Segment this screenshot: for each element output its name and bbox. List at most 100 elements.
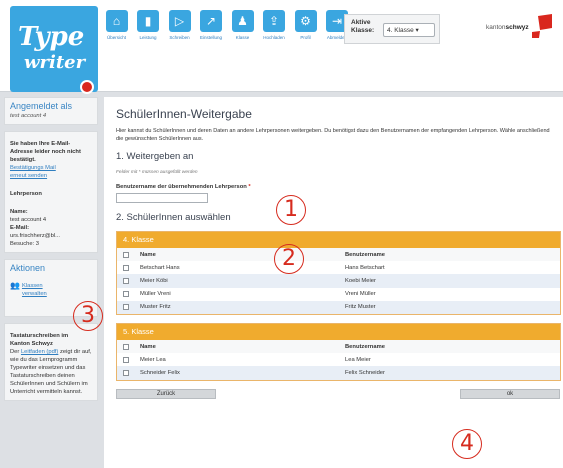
- guide-pdf-link[interactable]: Leitfaden (pdf): [21, 349, 58, 355]
- active-class-label-line2: Klasse:: [351, 27, 375, 34]
- student-checkbox[interactable]: [123, 291, 129, 298]
- main-content: SchülerInnen-Weitergabe Hier kannst du S…: [104, 97, 563, 468]
- manage-classes-link[interactable]: 👥 Klassen verwalten: [10, 282, 92, 298]
- table-row[interactable]: Schneider Felix Felix Schneider: [117, 366, 560, 380]
- back-button[interactable]: Zurück: [116, 388, 216, 399]
- col-name-header: Name: [140, 343, 156, 350]
- gear-icon: ⚙: [294, 10, 317, 32]
- sidebar: Angemeldet als test account 4 Sie haben …: [4, 97, 98, 407]
- manage-classes-label: Klassen verwalten: [22, 282, 47, 298]
- form-buttons: Zurück ok: [116, 388, 560, 405]
- login-user: test account 4: [10, 113, 47, 119]
- login-heading: Angemeldet als: [10, 101, 73, 111]
- page-title: SchülerInnen-Weitergabe: [116, 107, 252, 121]
- help-title-line1: Tastaturschreiben im: [10, 333, 69, 339]
- nav-schreiben[interactable]: ▷ Schreiben: [167, 10, 192, 54]
- upload-icon: ⇪: [263, 10, 285, 32]
- student-checkbox[interactable]: [123, 304, 129, 311]
- resend-link-line2: erneut senden: [10, 173, 48, 179]
- student-name: Schneider Felix: [140, 369, 180, 376]
- logo-line1: Type: [18, 22, 85, 52]
- col-name-header: Name: [140, 251, 156, 258]
- visits-count: Besuche: 3: [10, 241, 40, 247]
- login-box: Angemeldet als test account 4: [4, 97, 98, 125]
- active-class-box: Aktive Klasse: 4. Klasse ▾: [344, 14, 440, 44]
- email-label: E-Mail:: [10, 225, 30, 231]
- student-username: Koebi Meier: [345, 277, 376, 284]
- teacher-username-label: Benutzername der übernehmenden Lehrperso…: [116, 184, 551, 190]
- nav-klasse[interactable]: ♟ Klasse: [230, 10, 255, 54]
- schwyz-flag-icon: [532, 14, 552, 38]
- table-row[interactable]: Meier Lea Lea Meier: [117, 353, 560, 366]
- select-all-checkbox[interactable]: [123, 343, 129, 350]
- resend-confirmation-link[interactable]: Bestätigungs Mail erneut senden: [10, 164, 92, 180]
- brand-prefix: kanton: [486, 24, 506, 31]
- class-select[interactable]: 4. Klasse ▾: [383, 23, 435, 37]
- class-panel-heading: 4. Klasse: [117, 232, 560, 248]
- actions-heading: Aktionen: [10, 263, 46, 273]
- home-icon: ⌂: [105, 10, 128, 32]
- table-row[interactable]: Muster Fritz Fritz Muster: [117, 300, 560, 314]
- group-icon: ♟: [231, 10, 254, 32]
- student-checkbox[interactable]: [123, 277, 129, 284]
- class-panel-5: 5. Klasse Name Benutzername Meier Lea Le…: [116, 322, 561, 381]
- student-username: Lea Meier: [345, 356, 371, 363]
- nav-label: Hochladen: [263, 35, 285, 40]
- name-value: test account 4: [10, 217, 47, 223]
- account-info-box: Sie haben Ihre E-Mail-Adresse leider noc…: [4, 131, 98, 253]
- student-name: Meier Köbi: [140, 277, 168, 284]
- student-name: Muster Fritz: [140, 304, 171, 311]
- nav-label: Schreiben: [169, 35, 190, 40]
- student-checkbox[interactable]: [123, 369, 129, 376]
- annotation-1: 1: [276, 195, 306, 225]
- table-header-row: Name Benutzername: [117, 248, 560, 262]
- resend-link-line1: Bestätigungs Mail: [10, 165, 56, 171]
- col-username-header: Benutzername: [345, 343, 385, 350]
- kanton-schwyz-brand: kantonschwyz: [486, 24, 529, 31]
- table-row[interactable]: Müller Vreni Vreni Müller: [117, 288, 560, 301]
- table-row[interactable]: Betschart Hans Hans Betschart: [117, 261, 560, 274]
- section-forward-to: 1. Weitergeben an: [116, 151, 194, 162]
- nav-label: Leistung: [139, 35, 157, 40]
- student-name: Müller Vreni: [140, 291, 171, 298]
- annotation-3: 3: [73, 301, 103, 331]
- intro-text: Hier kannst du SchülerInnen und deren Da…: [116, 128, 550, 142]
- student-username: Fritz Muster: [345, 304, 376, 311]
- student-checkbox[interactable]: [123, 356, 129, 363]
- nav-label: Übersicht: [106, 35, 126, 40]
- users-icon: 👥: [10, 281, 20, 290]
- table-row[interactable]: Meier Köbi Koebi Meier: [117, 274, 560, 288]
- required-star: *: [248, 184, 251, 190]
- select-all-checkbox[interactable]: [123, 251, 129, 258]
- help-box: Tastaturschreiben im Kanton Schwyz Der L…: [4, 323, 98, 401]
- manage-classes-line2: verwalten: [21, 291, 47, 297]
- student-name: Meier Lea: [140, 356, 166, 363]
- nav-label: Klasse: [235, 35, 250, 40]
- table-header-row: Name Benutzername: [117, 339, 560, 354]
- manage-classes-line1: Klassen: [21, 283, 43, 289]
- student-username: Felix Schneider: [345, 369, 385, 376]
- help-text-post: zeigt dir auf, wie du das Lernprogramm T…: [10, 349, 92, 395]
- nav-hochladen[interactable]: ⇪ Hochladen: [262, 10, 287, 54]
- nav-label: Einstellung: [199, 35, 222, 40]
- student-username: Hans Betschart: [345, 264, 385, 271]
- play-icon: ▷: [168, 10, 191, 32]
- student-checkbox[interactable]: [123, 264, 129, 271]
- main-nav: ⌂ Übersicht ▮ Leistung ▷ Schreiben ↗ Ein…: [104, 10, 356, 54]
- chart-line-icon: ↗: [200, 10, 222, 32]
- class-panel-4: 4. Klasse Name Benutzername Betschart Ha…: [116, 231, 561, 315]
- col-username-header: Benutzername: [345, 251, 385, 258]
- typewriter-logo[interactable]: Type writer: [10, 6, 98, 94]
- ok-button[interactable]: ok: [460, 388, 560, 399]
- nav-einstellung[interactable]: ↗ Einstellung: [199, 10, 224, 54]
- nav-leistung[interactable]: ▮ Leistung: [136, 10, 161, 54]
- teacher-username-label-text: Benutzername der übernehmenden Lehrperso…: [116, 184, 249, 190]
- nav-profil[interactable]: ⚙ Profil: [293, 10, 318, 54]
- logo-dot-icon: [80, 80, 94, 94]
- help-title-line2: Kanton Schwyz: [10, 341, 53, 347]
- section-select-students: 2. SchülerInnen auswählen: [116, 212, 231, 223]
- nav-uebersicht[interactable]: ⌂ Übersicht: [104, 10, 129, 54]
- logo-line2: writer: [24, 52, 86, 73]
- teacher-username-input[interactable]: [116, 193, 208, 203]
- annotation-2: 2: [274, 244, 304, 274]
